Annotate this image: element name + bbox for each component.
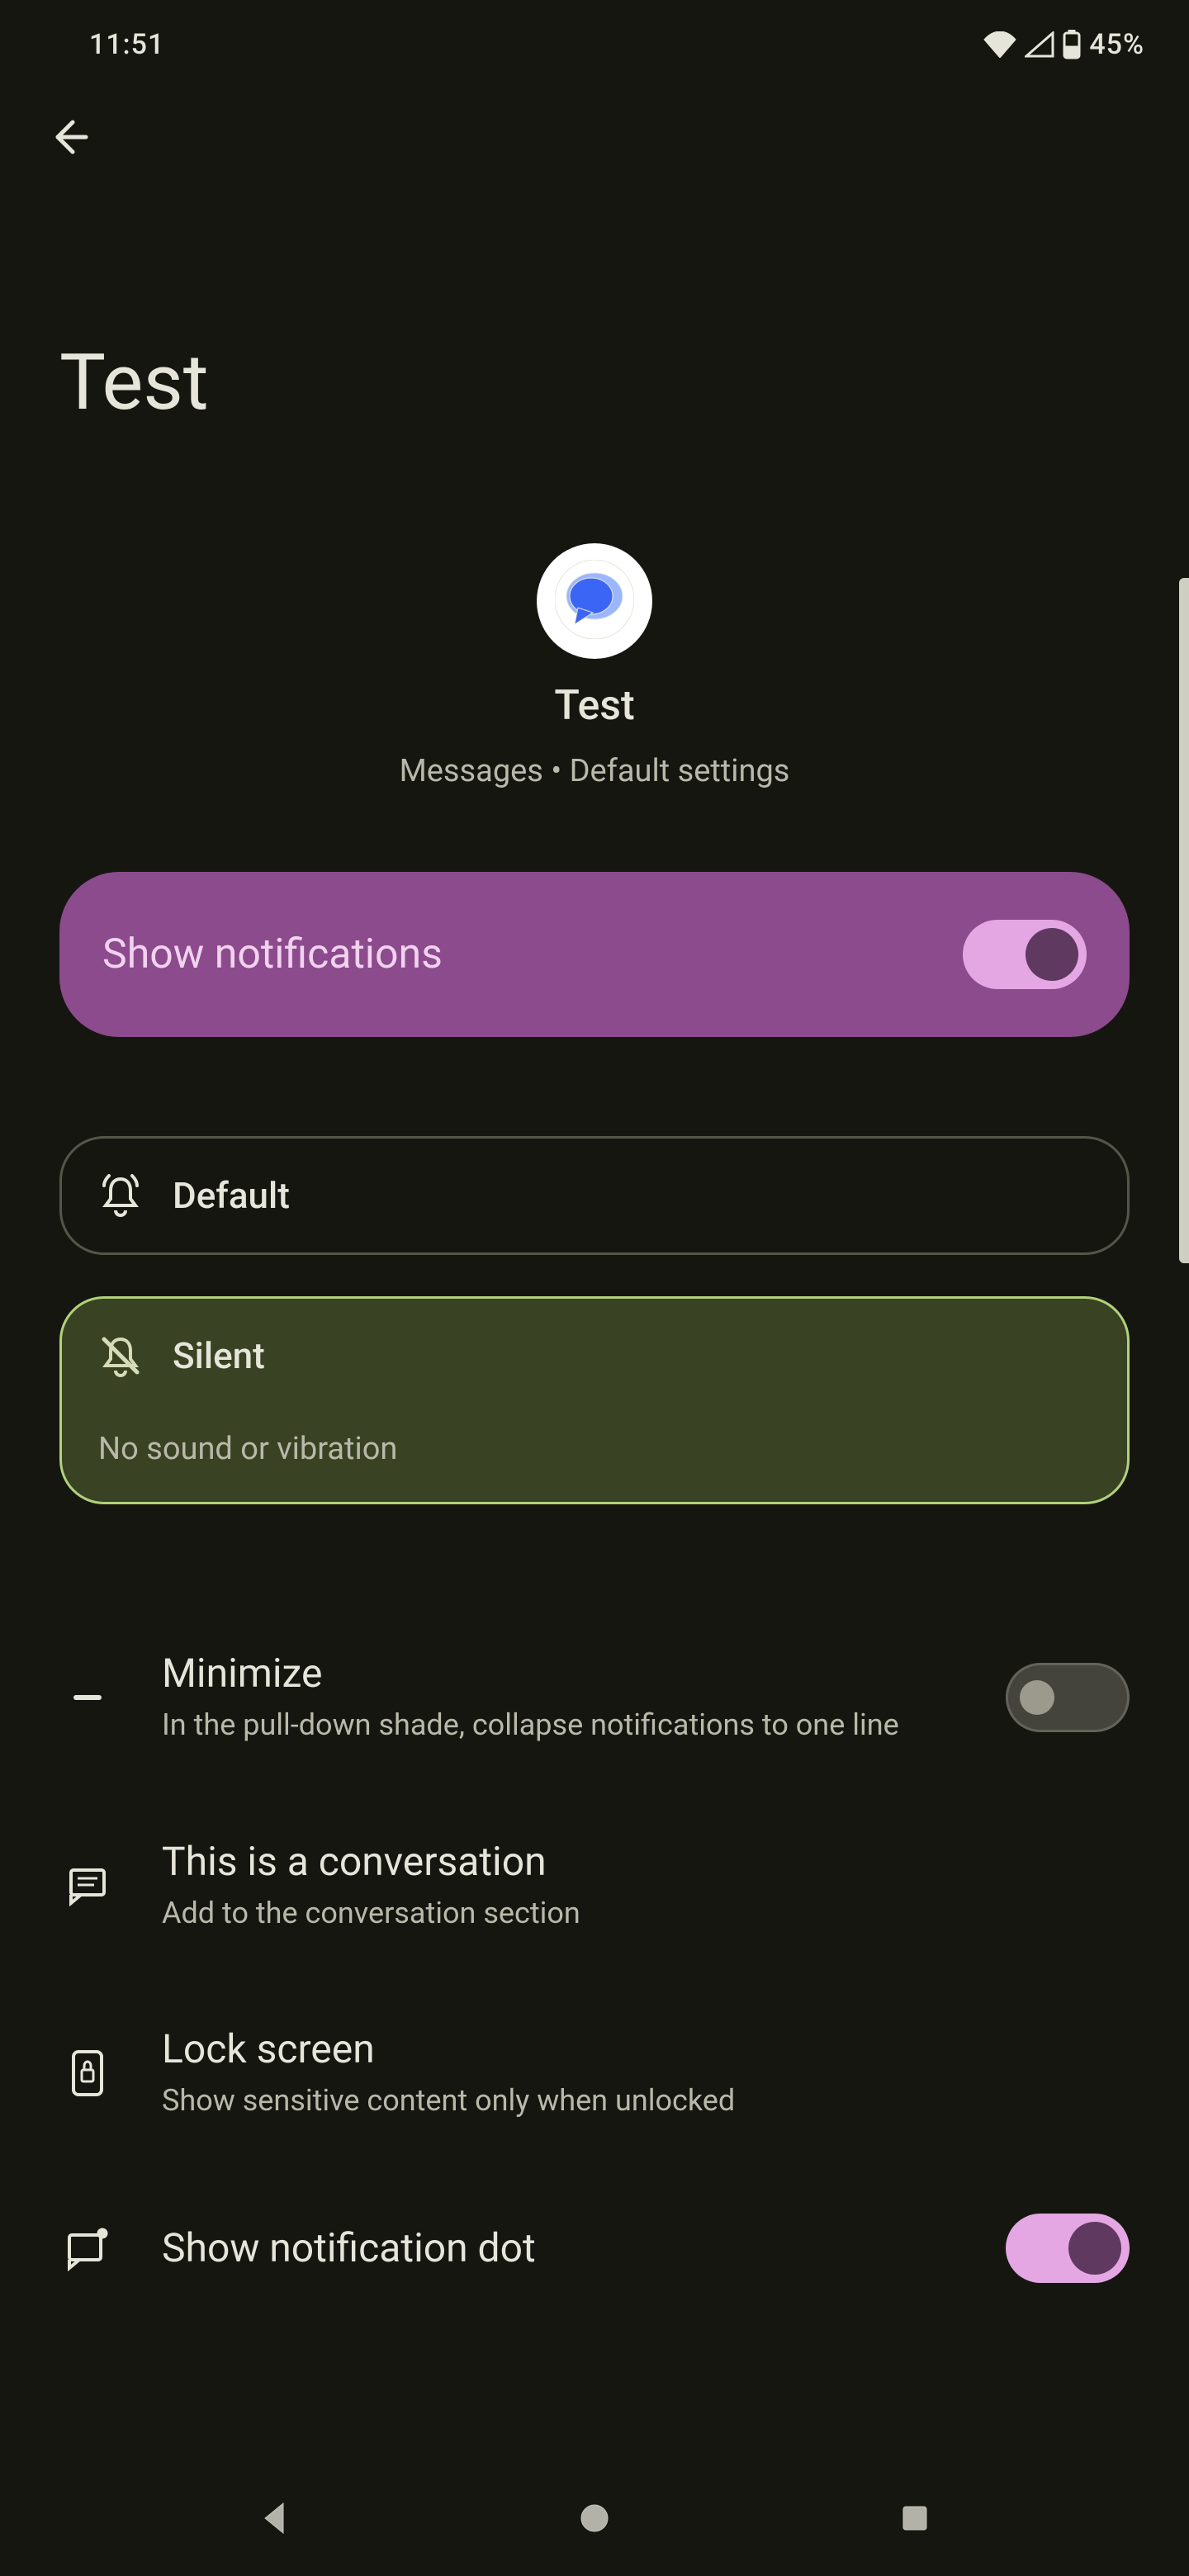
minimize-icon [59, 1669, 116, 1726]
system-navigation-bar [0, 2460, 1189, 2576]
toggle-thumb [1068, 2222, 1121, 2275]
behavior-option-default[interactable]: Default [59, 1136, 1130, 1255]
battery-icon [1063, 30, 1081, 59]
behavior-default-label: Default [173, 1174, 290, 1217]
app-icon [537, 543, 652, 659]
app-subtitle: Messages • Default settings [400, 753, 790, 789]
lock-screen-icon [59, 2045, 116, 2101]
nav-back-button[interactable] [230, 2473, 320, 2564]
arrow-back-icon [48, 116, 91, 162]
toggle-thumb [1020, 1680, 1054, 1715]
toolbar [0, 89, 1189, 188]
lock-screen-title: Lock screen [162, 2025, 1130, 2072]
setting-minimize[interactable]: Minimize In the pull-down shade, collaps… [59, 1603, 1130, 1792]
nav-recents-button[interactable] [869, 2473, 960, 2564]
back-button[interactable] [36, 106, 102, 172]
signal-icon [1025, 31, 1054, 58]
show-notifications-row[interactable]: Show notifications [59, 872, 1130, 1037]
show-notifications-toggle[interactable] [963, 920, 1087, 989]
conversation-sub: Add to the conversation section [162, 1893, 1130, 1934]
toggle-thumb [1026, 928, 1078, 981]
page-title: Test [59, 337, 1130, 428]
minimize-toggle[interactable] [1006, 1663, 1130, 1732]
scroll-indicator [1179, 578, 1189, 1263]
setting-notification-dot[interactable]: Show notification dot [59, 2167, 1130, 2329]
conversation-icon [59, 1857, 116, 1913]
minimize-title: Minimize [162, 1650, 959, 1697]
app-name: Test [554, 682, 634, 730]
lock-screen-sub: Show sensitive content only when unlocke… [162, 2081, 1130, 2121]
notification-dot-title: Show notification dot [162, 2224, 959, 2271]
status-bar: 11:51 45% [0, 0, 1189, 89]
nav-home-button[interactable] [549, 2473, 640, 2564]
battery-pct: 45% [1089, 28, 1144, 61]
behavior-silent-sub: No sound or vibration [98, 1431, 397, 1467]
conversation-title: This is a conversation [162, 1838, 1130, 1885]
messages-app-icon [555, 560, 634, 642]
show-notifications-label: Show notifications [102, 930, 443, 978]
wifi-icon [983, 31, 1016, 58]
minimize-sub: In the pull-down shade, collapse notific… [162, 1705, 959, 1745]
notification-dot-icon [59, 2220, 116, 2276]
behavior-option-silent[interactable]: Silent No sound or vibration [59, 1296, 1130, 1504]
setting-conversation[interactable]: This is a conversation Add to the conver… [59, 1792, 1130, 1980]
bell-ring-icon [98, 1173, 143, 1218]
page-header: Test [0, 188, 1189, 461]
notification-behavior-options: Default Silent No sound or vibration [59, 1136, 1130, 1504]
setting-lock-screen[interactable]: Lock screen Show sensitive content only … [59, 1979, 1130, 2167]
status-time: 11:51 [89, 28, 164, 61]
bell-off-icon [98, 1333, 143, 1378]
app-identity-block[interactable]: Test Messages • Default settings [0, 461, 1189, 822]
behavior-silent-label: Silent [173, 1334, 265, 1377]
notification-channel-settings-screen: 11:51 45% [0, 0, 1189, 2576]
status-right-cluster: 45% [983, 28, 1144, 61]
notification-dot-toggle[interactable] [1006, 2214, 1130, 2283]
settings-list: Minimize In the pull-down shade, collaps… [59, 1603, 1130, 2329]
